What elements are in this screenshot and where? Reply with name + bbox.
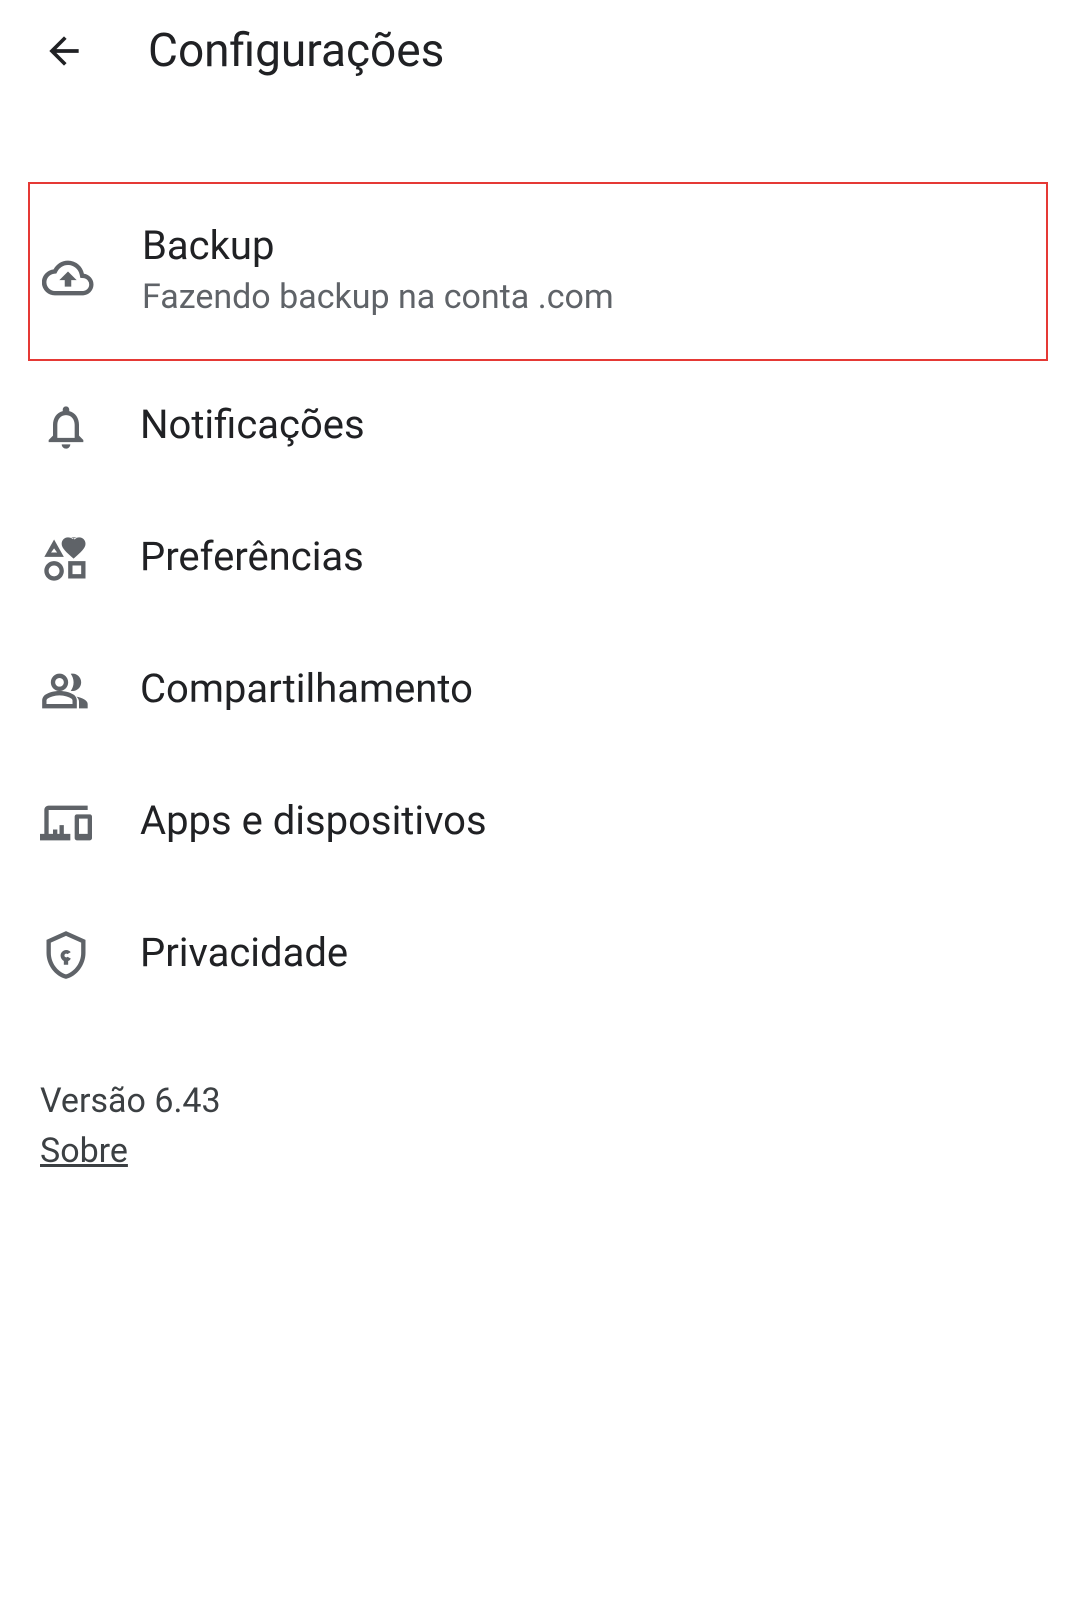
header: Configurações xyxy=(0,0,1076,102)
item-title: Compartilhamento xyxy=(140,665,473,712)
version-label: Versão 6.43 xyxy=(40,1081,1036,1121)
settings-item-preferences[interactable]: Preferências xyxy=(0,493,1076,625)
settings-item-backup[interactable]: Backup Fazendo backup na conta .com xyxy=(28,182,1048,361)
settings-item-apps[interactable]: Apps e dispositivos xyxy=(0,757,1076,889)
cloud-upload-icon xyxy=(42,252,142,304)
item-title: Preferências xyxy=(140,533,364,580)
item-title: Apps e dispositivos xyxy=(140,797,487,844)
settings-item-notifications[interactable]: Notificações xyxy=(0,361,1076,493)
item-subtitle: Fazendo backup na conta .com xyxy=(142,275,614,321)
footer: Versão 6.43 Sobre xyxy=(0,1021,1076,1171)
arrow-left-icon xyxy=(42,29,86,73)
settings-list: Backup Fazendo backup na conta .com Noti… xyxy=(0,102,1076,1021)
back-button[interactable] xyxy=(40,27,88,75)
item-title: Notificações xyxy=(140,401,365,448)
people-icon xyxy=(40,665,140,717)
page-title: Configurações xyxy=(148,24,444,78)
about-link[interactable]: Sobre xyxy=(40,1131,128,1171)
item-title: Backup xyxy=(142,222,614,269)
shapes-icon xyxy=(40,533,140,585)
settings-item-sharing[interactable]: Compartilhamento xyxy=(0,625,1076,757)
shield-icon xyxy=(40,929,140,981)
item-title: Privacidade xyxy=(140,929,348,976)
devices-icon xyxy=(40,797,140,849)
bell-icon xyxy=(40,401,140,453)
settings-item-privacy[interactable]: Privacidade xyxy=(0,889,1076,1021)
